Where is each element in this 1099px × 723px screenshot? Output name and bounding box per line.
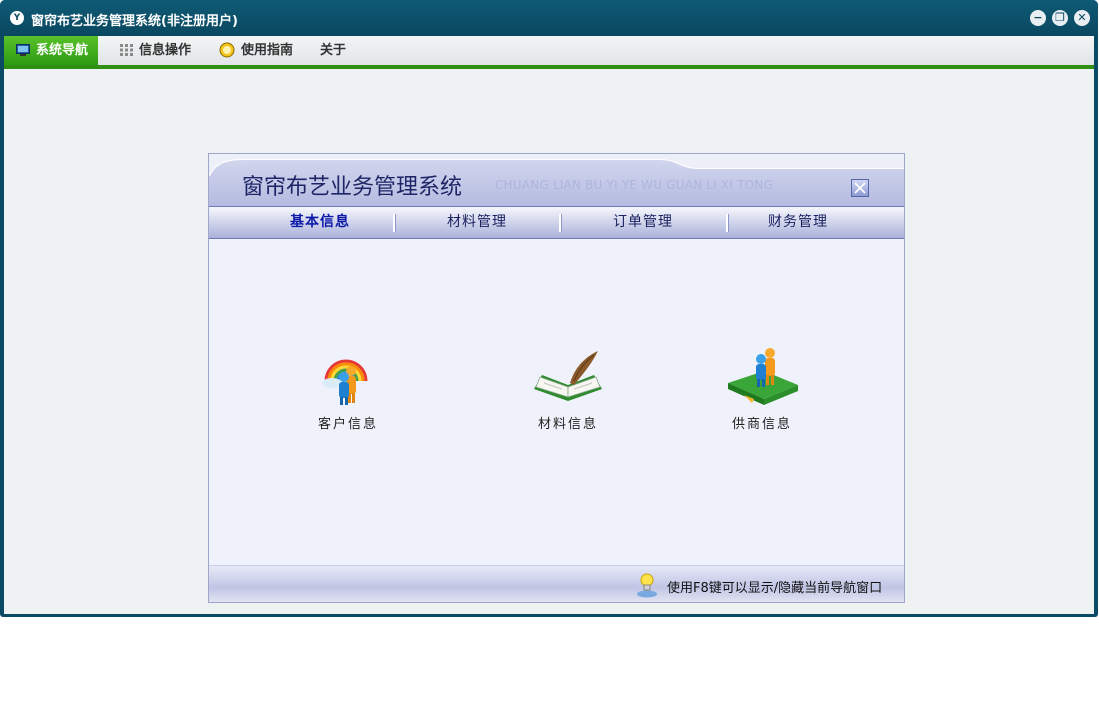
footer-hint: 使用F8键可以显示/隐藏当前导航窗口 xyxy=(667,581,883,596)
close-button[interactable]: ✕ xyxy=(1074,10,1090,26)
lightbulb-icon xyxy=(637,573,657,598)
dialog-close-button[interactable] xyxy=(851,179,869,197)
title-bar[interactable]: Y 窗帘布艺业务管理系统(非注册用户) − ❐ ✕ xyxy=(0,0,1098,36)
menu-item-label: 使用指南 xyxy=(241,43,294,58)
menu-item-label: 系统导航 xyxy=(36,43,89,58)
monitor-icon xyxy=(16,43,30,56)
close-icon xyxy=(854,182,866,194)
restore-button[interactable]: ❐ xyxy=(1052,10,1068,26)
app-window: Y 窗帘布艺业务管理系统(非注册用户) − ❐ ✕ 系统导航 信息操作 使用指南… xyxy=(0,0,1098,617)
dialog-tab-bar: 基本信息 材料管理 订单管理 财务管理 xyxy=(209,206,904,239)
tile-label: 客户信息 xyxy=(317,417,378,432)
window-title: 窗帘布艺业务管理系统(非注册用户) xyxy=(31,14,238,29)
customer-icon xyxy=(322,359,368,405)
menu-item-label: 关于 xyxy=(320,43,347,58)
tile-label: 供商信息 xyxy=(731,417,792,432)
app-logo-icon: Y xyxy=(10,11,24,25)
dialog-title: 窗帘布艺业务管理系统 xyxy=(242,175,463,200)
help-icon xyxy=(219,42,235,57)
tile-material-info[interactable]: 材料信息 xyxy=(508,343,628,432)
tab-material-mgmt[interactable]: 材料管理 xyxy=(395,207,559,238)
menu-item-label: 信息操作 xyxy=(139,43,192,58)
tab-order-mgmt[interactable]: 订单管理 xyxy=(561,207,725,238)
tile-supplier-info[interactable]: 供商信息 xyxy=(702,343,822,432)
tab-finance-mgmt[interactable]: 财务管理 xyxy=(728,207,868,238)
grid-icon xyxy=(120,43,133,56)
minimize-button[interactable]: − xyxy=(1030,10,1046,26)
dialog-header: 窗帘布艺业务管理系统 CHUANG LIAN BU YI YE WU GUAN … xyxy=(209,154,904,206)
dialog-subtitle: CHUANG LIAN BU YI YE WU GUAN LI XI TONG xyxy=(495,178,773,192)
tab-basic-info[interactable]: 基本信息 xyxy=(229,207,411,238)
menu-item-system-nav[interactable]: 系统导航 xyxy=(4,36,99,65)
tile-customer-info[interactable]: 客户信息 xyxy=(288,343,408,432)
tile-label: 材料信息 xyxy=(537,417,598,432)
menu-item-about[interactable]: 关于 xyxy=(320,36,346,65)
dialog-body: 客户信息 材料信息 供商信息 xyxy=(209,239,904,565)
navigation-dialog: 窗帘布艺业务管理系统 CHUANG LIAN BU YI YE WU GUAN … xyxy=(208,153,905,603)
menu-item-user-guide[interactable]: 使用指南 xyxy=(219,36,293,65)
supplier-icon xyxy=(728,348,798,405)
menu-item-info-ops[interactable]: 信息操作 xyxy=(120,36,191,65)
material-book-icon xyxy=(534,351,602,401)
menu-bar: 系统导航 信息操作 使用指南 关于 xyxy=(4,36,1094,65)
dialog-footer: 使用F8键可以显示/隐藏当前导航窗口 xyxy=(209,565,904,602)
